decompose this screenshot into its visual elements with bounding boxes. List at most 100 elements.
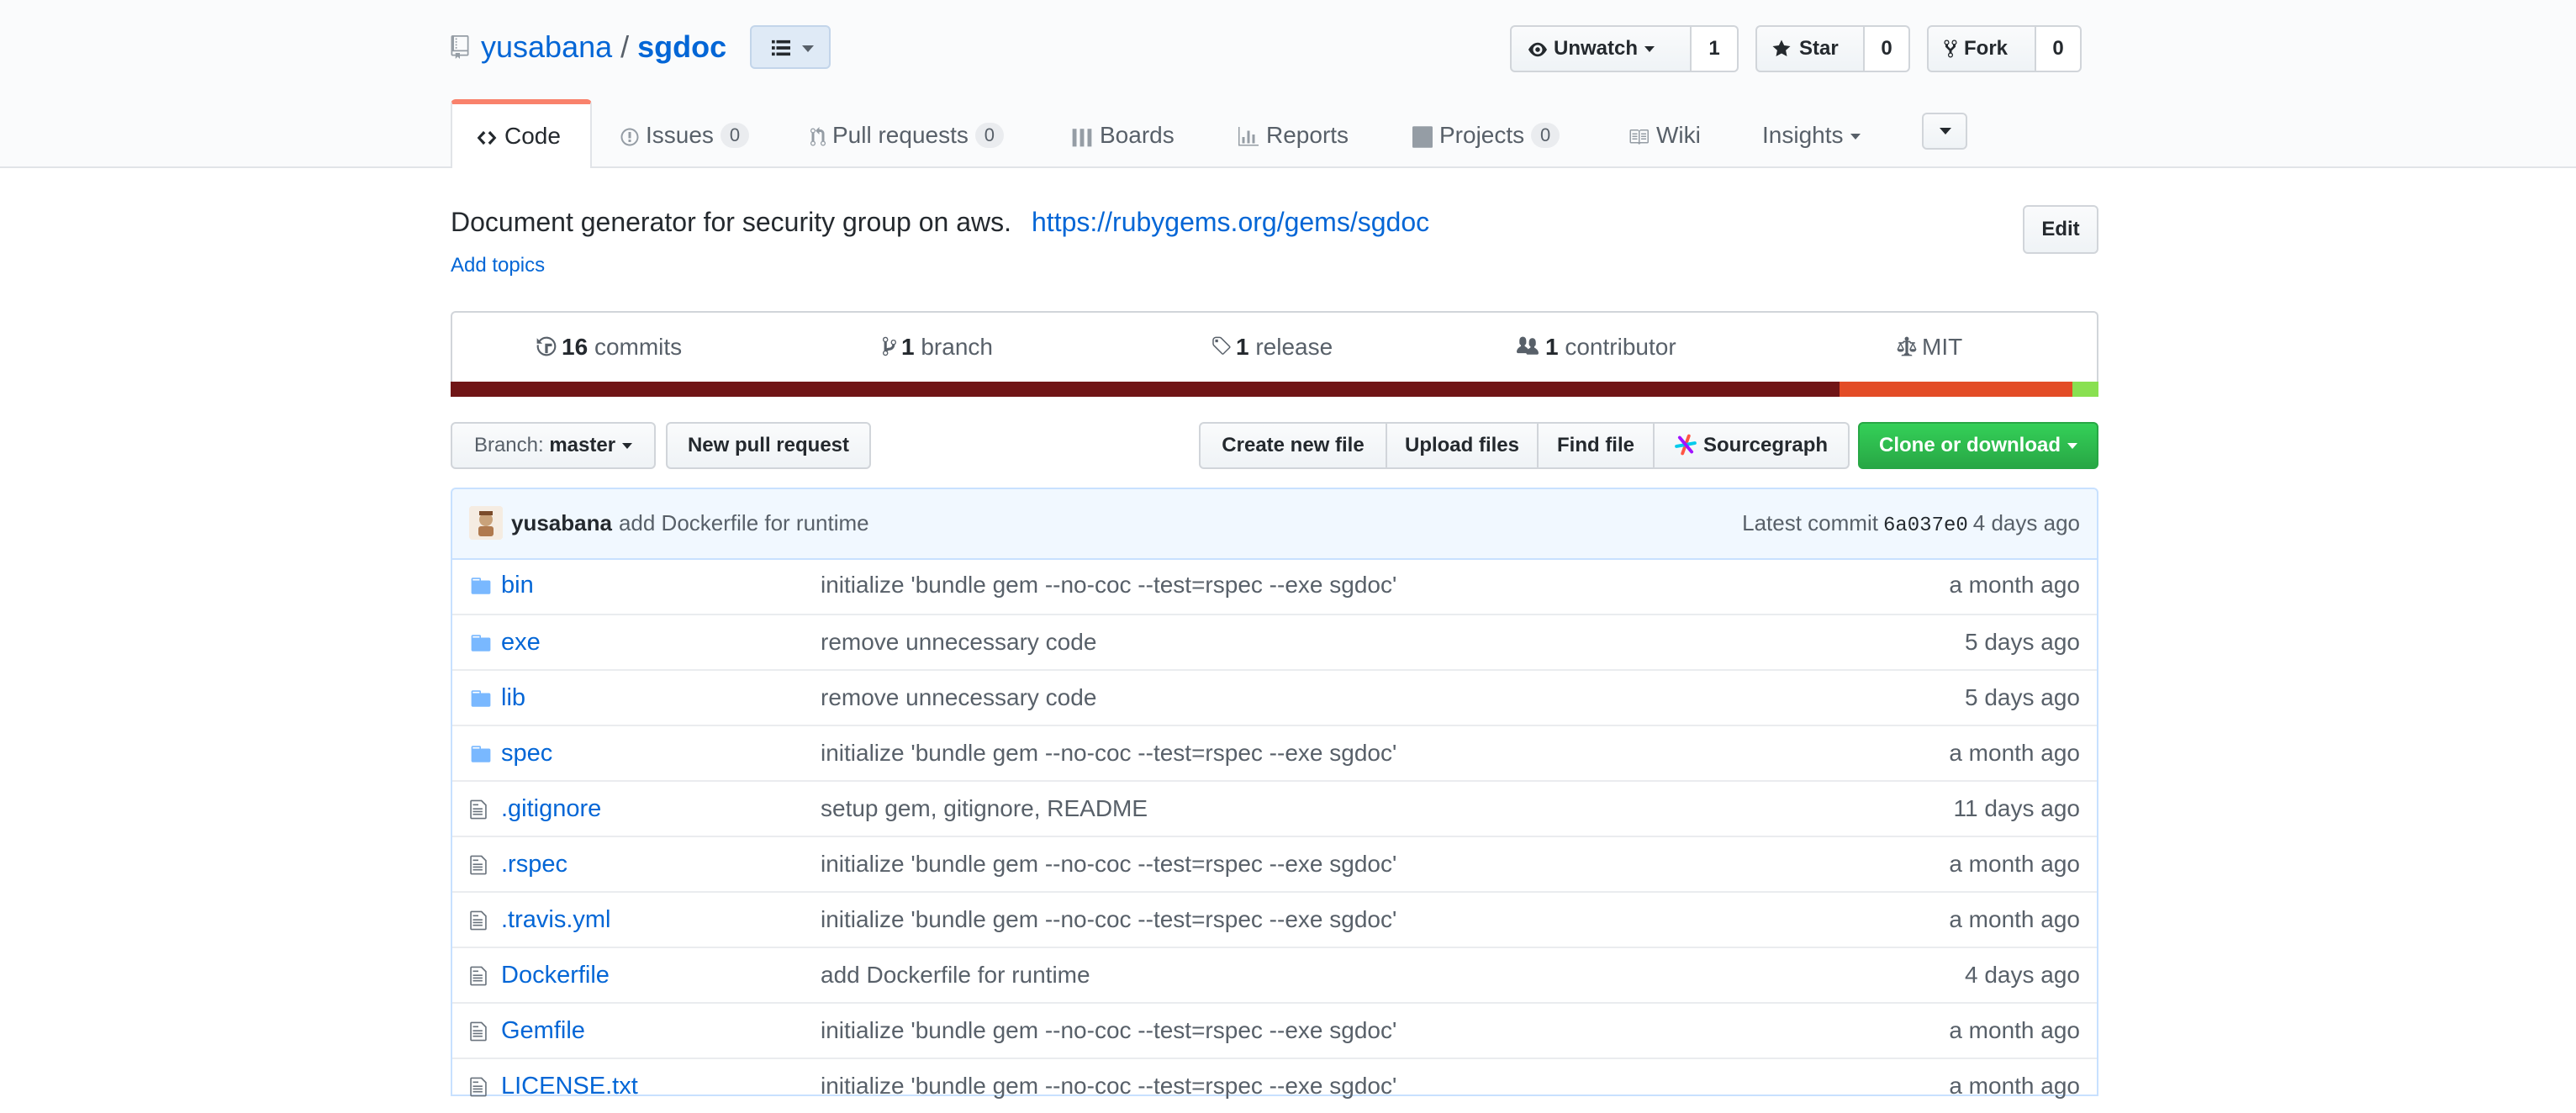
- branch-select-button[interactable]: Branch: master: [451, 422, 656, 469]
- repo-icon: [451, 35, 469, 59]
- folder-icon: [469, 743, 493, 769]
- tab-projects[interactable]: Projects 0: [1412, 99, 1560, 168]
- language-bar-segment[interactable]: [1840, 382, 2072, 397]
- tab-wiki-label: Wiki: [1656, 122, 1701, 148]
- tab-issues[interactable]: Issues 0: [620, 99, 749, 168]
- tab-boards-label: Boards: [1100, 122, 1175, 148]
- file-table: bin initialize 'bundle gem --no-coc --tes…: [451, 558, 2098, 1100]
- add-topics-link[interactable]: Add topics: [451, 254, 545, 277]
- tab-boards[interactable]: Boards: [1071, 99, 1175, 168]
- tab-wiki[interactable]: Wiki: [1628, 99, 1701, 168]
- stargazers-count[interactable]: 0: [1865, 25, 1910, 72]
- commit-sha-link[interactable]: 6a037e0: [1883, 514, 1968, 537]
- file-name-link[interactable]: exe: [501, 627, 541, 657]
- tab-insights[interactable]: Insights: [1762, 99, 1861, 168]
- sourcegraph-button[interactable]: Sourcegraph: [1655, 422, 1850, 469]
- file-icon: [469, 854, 488, 880]
- file-icon: [469, 1021, 488, 1047]
- eye-icon: [1528, 42, 1547, 57]
- more-tabs-button[interactable]: [1922, 113, 1967, 150]
- file-commit-message-link[interactable]: setup gem, gitignore, README: [821, 794, 1148, 824]
- file-age: a month ago: [1949, 740, 2080, 766]
- commit-message-link[interactable]: add Dockerfile for runtime: [619, 510, 869, 535]
- file-name-link[interactable]: Dockerfile: [501, 960, 610, 990]
- edit-button[interactable]: Edit: [2023, 205, 2098, 254]
- list-menu-button[interactable]: [750, 25, 831, 69]
- license-label: MIT: [1922, 334, 1963, 360]
- file-commit-message-link[interactable]: initialize 'bundle gem --no-coc --test=r…: [821, 849, 1396, 879]
- create-new-file-button[interactable]: Create new file: [1199, 422, 1387, 469]
- license-link[interactable]: MIT: [1897, 333, 1962, 361]
- homepage-link[interactable]: https://rubygems.org/gems/sgdoc: [1032, 207, 1429, 237]
- file-name-link[interactable]: Gemfile: [501, 1015, 585, 1046]
- commit-meta: Latest commit 6a037e0 4 days ago: [1742, 508, 2080, 541]
- file-icon: [469, 910, 488, 936]
- file-name-link[interactable]: .gitignore: [501, 794, 601, 824]
- star-button[interactable]: Star: [1755, 25, 1865, 72]
- release-count: 1: [1236, 334, 1249, 360]
- tab-reports[interactable]: Reports: [1238, 99, 1349, 168]
- forks-count[interactable]: 0: [2036, 25, 2082, 72]
- file-commit-message-link[interactable]: initialize 'bundle gem --no-coc --test=r…: [821, 1071, 1396, 1101]
- clone-label: Clone or download: [1879, 434, 2061, 456]
- file-commit-message-link[interactable]: remove unnecessary code: [821, 683, 1096, 713]
- file-commit-message-link[interactable]: initialize 'bundle gem --no-coc --test=r…: [821, 905, 1396, 935]
- repo-summary: 16 commits 1 branch 1 release 1 contribu…: [451, 311, 2098, 397]
- file-commit-message-link[interactable]: initialize 'bundle gem --no-coc --test=r…: [821, 738, 1396, 768]
- release-label: release: [1255, 334, 1333, 360]
- fork-button[interactable]: Fork: [1927, 25, 2036, 72]
- latest-commit: yusabana add Dockerfile for runtime Lates…: [451, 488, 2098, 560]
- file-commit-message-link[interactable]: initialize 'bundle gem --no-coc --test=r…: [821, 1015, 1396, 1046]
- law-icon: [1897, 336, 1917, 356]
- tab-code[interactable]: Code: [451, 99, 592, 168]
- people-icon: [1517, 336, 1539, 355]
- repo-path-separator: /: [620, 29, 630, 64]
- new-pull-request-button[interactable]: New pull request: [666, 422, 871, 469]
- tab-code-label: Code: [504, 123, 561, 149]
- language-bar-segment[interactable]: [2072, 382, 2098, 397]
- repo-name-link[interactable]: sgdoc: [637, 29, 726, 64]
- file-commit-message-link[interactable]: remove unnecessary code: [821, 627, 1096, 657]
- file-name-link[interactable]: .travis.yml: [501, 905, 611, 935]
- file-name-link[interactable]: LICENSE.txt: [501, 1071, 638, 1101]
- watchers-count[interactable]: 1: [1692, 25, 1739, 72]
- file-commit-message-link[interactable]: initialize 'bundle gem --no-coc --test=r…: [821, 570, 1396, 600]
- file-name-link[interactable]: spec: [501, 738, 552, 768]
- file-name-link[interactable]: bin: [501, 570, 534, 600]
- file-name-link[interactable]: lib: [501, 683, 525, 713]
- contributors-link[interactable]: 1 contributor: [1515, 333, 1676, 361]
- repo-owner-link[interactable]: yusabana: [481, 29, 612, 64]
- table-row: spec initialize 'bundle gem --no-coc --te…: [452, 725, 2097, 780]
- star-icon: [1772, 40, 1791, 56]
- branches-link[interactable]: 1 branch: [883, 333, 993, 361]
- repo-title-row: yusabana / sgdoc Unwatch 1 Star 0 Fork 0: [451, 25, 2098, 76]
- tab-pull-requests[interactable]: Pull requests 0: [810, 99, 1004, 168]
- file-age: a month ago: [1949, 1017, 2080, 1043]
- commit-message-line: yusabana add Dockerfile for runtime: [511, 508, 869, 538]
- clone-or-download-button[interactable]: Clone or download: [1858, 422, 2098, 469]
- commit-author-link[interactable]: yusabana: [511, 510, 612, 535]
- pagehead-actions: Unwatch 1 Star 0 Fork 0: [1510, 25, 2098, 72]
- avatar-image: [469, 506, 503, 540]
- commits-link[interactable]: 16 commits: [536, 333, 682, 361]
- avatar[interactable]: [469, 506, 503, 540]
- file-icon: [470, 966, 487, 986]
- file-commit-message-link[interactable]: add Dockerfile for runtime: [821, 960, 1090, 990]
- unwatch-button[interactable]: Unwatch: [1510, 25, 1692, 72]
- find-file-button[interactable]: Find file: [1539, 422, 1655, 469]
- file-age: a month ago: [1949, 851, 2080, 877]
- sourcegraph-icon: [1675, 434, 1697, 456]
- upload-files-button[interactable]: Upload files: [1387, 422, 1539, 469]
- file-name-link[interactable]: .rspec: [501, 849, 567, 879]
- branch-count: 1: [901, 334, 915, 360]
- releases-link[interactable]: 1 release: [1211, 333, 1333, 361]
- chevron-down-icon: [1850, 134, 1861, 140]
- description-line: Document generator for security group on…: [451, 205, 1429, 239]
- language-bar-segment[interactable]: [451, 382, 1840, 397]
- repo-title: yusabana / sgdoc: [481, 29, 726, 66]
- file-icon: [469, 1076, 488, 1102]
- projects-count: 0: [1531, 123, 1560, 148]
- language-bar[interactable]: [451, 382, 2098, 397]
- chevron-down-icon: [2067, 443, 2077, 450]
- table-row: .gitignore setup gem, gitignore, README 11…: [452, 780, 2097, 836]
